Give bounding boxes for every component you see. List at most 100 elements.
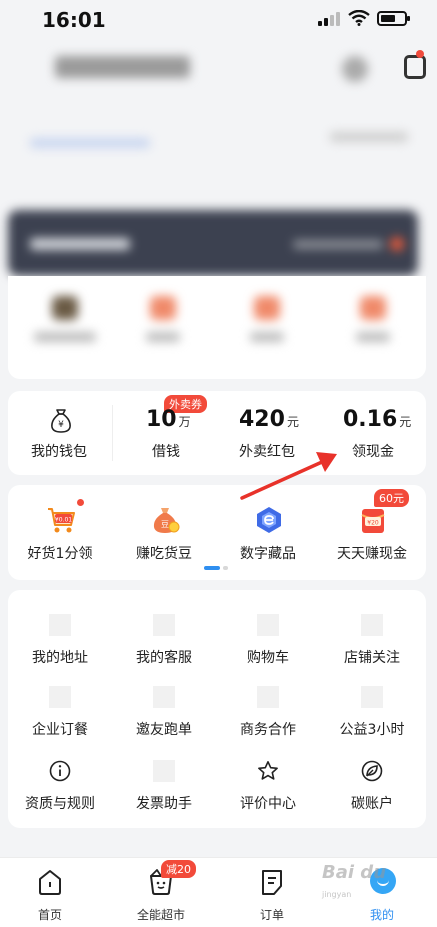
cash-amount: 0.16 元 [343,407,412,432]
invoice-icon [153,760,175,782]
tab-label: 全能超市 [136,908,185,922]
svg-text:¥: ¥ [58,420,64,430]
user-nickname[interactable] [55,56,190,78]
promo-label: 数字藏品 [240,546,296,562]
tab-badge: 减20 [161,860,196,878]
wallet-card: ¥ 我的钱包 外卖券 10 万 借钱 420 元 外卖红包 0.16 元 领现金 [8,391,426,475]
shortcut-item[interactable] [128,296,198,356]
profile-right-link[interactable] [330,132,408,142]
promo-label: 赚吃货豆 [136,546,192,562]
tab-label: 首页 [37,908,62,922]
services-card: 我的地址 我的客服 购物车 店铺关注 企业订餐 邀友跑单 商务合作 公益3小时 … [8,590,426,828]
message-icon[interactable] [404,55,426,79]
svg-text:豆: 豆 [161,520,169,529]
service-label: 购物车 [247,650,289,666]
promo-card: ¥0.01 好货1分领 豆 赚吃货豆 数字藏品 ¥20 60元 天天赚现金 [8,485,426,580]
my-wallet-label: 我的钱包 [31,444,87,460]
shopping-cart-icon [257,614,279,636]
star-icon [258,761,278,780]
promo-item-coin[interactable]: 豆 赚吃货豆 [114,499,214,569]
invite-icon [153,686,175,708]
info-icon [49,760,71,782]
leaf-icon [361,760,383,782]
tab-orders[interactable]: 订单 [232,864,312,924]
watermark-logo: Bai du [322,862,387,883]
red-packet-icon: ¥20 [361,509,385,533]
support-icon [153,614,175,636]
service-label: 评价中心 [240,796,296,812]
notification-dot [416,50,424,58]
service-label: 企业订餐 [32,722,88,738]
service-label: 公益3小时 [339,722,405,738]
cash-label: 领现金 [352,444,394,460]
tab-label: 订单 [259,908,284,922]
header-icon[interactable] [342,56,368,82]
service-label: 我的客服 [136,650,192,666]
charity-icon [361,686,383,708]
service-label: 店铺关注 [344,650,400,666]
home-icon [39,870,61,895]
promo-badge: 60元 [374,489,409,507]
loan-amount: 10 万 [146,407,191,432]
order-icon [262,870,282,895]
tab-label: 我的 [369,908,394,922]
my-wallet-entry[interactable]: ¥ 我的钱包 [8,391,112,475]
promo-item-cart[interactable]: ¥0.01 好货1分领 [10,499,110,569]
service-label: 资质与规则 [25,796,95,812]
status-bar: 16:01 [0,0,437,40]
service-item-charity[interactable]: 公益3小时 [320,686,424,756]
service-item-corporate-meal[interactable]: 企业订餐 [8,686,112,756]
service-item-business[interactable]: 商务合作 [216,686,320,756]
promo-item-collectible[interactable]: 数字藏品 [218,499,318,569]
promo-label: 好货1分领 [27,546,93,562]
service-item-invoice[interactable]: 发票助手 [112,760,216,830]
digital-collectible-icon [257,507,281,533]
red-packet-label: 外卖红包 [239,444,295,460]
business-icon [257,686,279,708]
shortcut-item[interactable] [232,296,302,356]
service-item-qualifications[interactable]: 资质与规则 [8,760,112,830]
membership-card[interactable] [8,210,418,276]
promo-label: 天天赚现金 [337,546,407,562]
promo-dot [77,499,84,506]
watermark-logo: jingyan [322,890,352,899]
shortcut-item[interactable] [338,296,408,356]
svg-text:¥20: ¥20 [367,520,379,527]
promo-item-cash[interactable]: ¥20 60元 天天赚现金 [322,489,422,569]
shortcut-card [8,276,426,379]
tab-home[interactable]: 首页 [10,864,90,924]
cart-icon: ¥0.01 [48,508,75,533]
profile-subtitle [30,138,150,148]
service-label: 碳账户 [351,796,393,812]
red-packet-amount: 420 元 [239,407,299,432]
address-icon [49,614,71,636]
service-item-invite-rider[interactable]: 邀友跑单 [112,686,216,756]
page-indicator [204,566,230,570]
service-item-reviews[interactable]: 评价中心 [216,760,320,830]
status-time: 16:01 [42,8,106,32]
service-item-carbon-account[interactable]: 碳账户 [320,760,424,830]
wallet-cash[interactable]: 0.16 元 领现金 [338,391,424,475]
tab-supermarket[interactable]: 减20 全能超市 [121,860,201,924]
wifi-icon [348,10,370,26]
shortcut-item[interactable] [30,296,100,356]
loan-label: 借钱 [152,444,180,460]
service-label: 商务合作 [240,722,296,738]
shop-icon [361,614,383,636]
corporate-meal-icon [49,686,71,708]
divider [112,405,113,461]
service-item-followed-shops[interactable]: 店铺关注 [320,614,424,684]
service-label: 发票助手 [136,796,192,812]
money-bag-icon: ¥ [51,409,71,433]
service-item-address[interactable]: 我的地址 [8,614,112,684]
service-label: 我的地址 [32,650,88,666]
service-item-support[interactable]: 我的客服 [112,614,216,684]
service-label: 邀友跑单 [136,722,192,738]
signal-icon [318,12,340,26]
svg-text:¥0.01: ¥0.01 [55,517,72,524]
battery-icon [377,11,410,26]
wallet-red-packet[interactable]: 420 元 外卖红包 [233,391,333,475]
coin-bag-icon: 豆 [153,508,180,533]
service-item-cart[interactable]: 购物车 [216,614,320,684]
wallet-loan[interactable]: 外卖券 10 万 借钱 [132,391,222,475]
